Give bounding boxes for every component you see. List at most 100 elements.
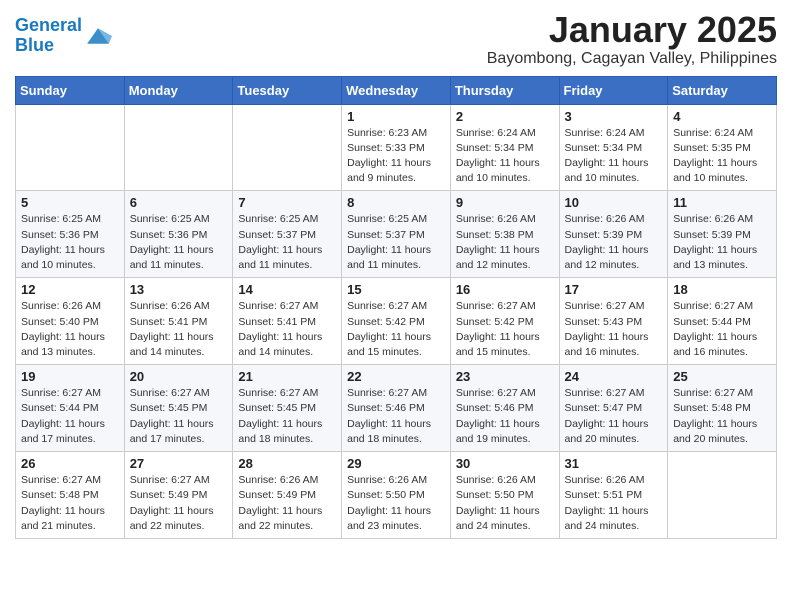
calendar-week-row: 12 Sunrise: 6:26 AMSunset: 5:40 PMDayligh… — [16, 278, 777, 365]
day-number: 21 — [238, 369, 336, 384]
day-number: 5 — [21, 195, 119, 210]
day-number: 12 — [21, 282, 119, 297]
day-info: Sunrise: 6:27 AMSunset: 5:47 PMDaylight:… — [565, 386, 663, 447]
calendar-table: SundayMondayTuesdayWednesdayThursdayFrid… — [15, 76, 777, 539]
day-number: 27 — [130, 456, 228, 471]
calendar-cell: 29 Sunrise: 6:26 AMSunset: 5:50 PMDayligh… — [342, 452, 451, 539]
day-info: Sunrise: 6:24 AMSunset: 5:34 PMDaylight:… — [456, 126, 554, 187]
day-info: Sunrise: 6:26 AMSunset: 5:50 PMDaylight:… — [347, 473, 445, 534]
calendar-cell: 13 Sunrise: 6:26 AMSunset: 5:41 PMDayligh… — [124, 278, 233, 365]
calendar-cell: 20Sunrise: 6:27 AMSunset: 5:45 PMDayligh… — [124, 365, 233, 452]
logo-line1: General — [15, 15, 82, 35]
day-number: 9 — [456, 195, 554, 210]
calendar-cell: 15 Sunrise: 6:27 AMSunset: 5:42 PMDayligh… — [342, 278, 451, 365]
calendar-cell: 22Sunrise: 6:27 AMSunset: 5:46 PMDayligh… — [342, 365, 451, 452]
day-info: Sunrise: 6:25 AMSunset: 5:36 PMDaylight:… — [130, 212, 228, 273]
day-number: 7 — [238, 195, 336, 210]
day-number: 25 — [673, 369, 771, 384]
day-number: 16 — [456, 282, 554, 297]
day-number: 29 — [347, 456, 445, 471]
day-number: 24 — [565, 369, 663, 384]
day-info: Sunrise: 6:27 AMSunset: 5:46 PMDaylight:… — [347, 386, 445, 447]
calendar-cell: 12 Sunrise: 6:26 AMSunset: 5:40 PMDayligh… — [16, 278, 125, 365]
day-info: Sunrise: 6:26 AMSunset: 5:50 PMDaylight:… — [456, 473, 554, 534]
logo-icon — [84, 22, 112, 50]
day-number: 18 — [673, 282, 771, 297]
day-info: Sunrise: 6:27 AMSunset: 5:41 PMDaylight:… — [238, 299, 336, 360]
day-number: 31 — [565, 456, 663, 471]
day-info: Sunrise: 6:27 AMSunset: 5:43 PMDaylight:… — [565, 299, 663, 360]
col-header-wednesday: Wednesday — [342, 76, 451, 104]
day-info: Sunrise: 6:25 AMSunset: 5:37 PMDaylight:… — [347, 212, 445, 273]
day-number: 15 — [347, 282, 445, 297]
calendar-cell: 28Sunrise: 6:26 AMSunset: 5:49 PMDayligh… — [233, 452, 342, 539]
calendar-cell: 8 Sunrise: 6:25 AMSunset: 5:37 PMDaylight… — [342, 191, 451, 278]
calendar-cell: 9 Sunrise: 6:26 AMSunset: 5:38 PMDaylight… — [450, 191, 559, 278]
calendar-cell: 7 Sunrise: 6:25 AMSunset: 5:37 PMDaylight… — [233, 191, 342, 278]
calendar-cell: 1 Sunrise: 6:23 AMSunset: 5:33 PMDaylight… — [342, 104, 451, 191]
calendar-cell: 31 Sunrise: 6:26 AMSunset: 5:51 PMDayligh… — [559, 452, 668, 539]
title-block: January 2025 Bayombong, Cagayan Valley, … — [487, 10, 777, 68]
day-info: Sunrise: 6:27 AMSunset: 5:48 PMDaylight:… — [673, 386, 771, 447]
day-info: Sunrise: 6:23 AMSunset: 5:33 PMDaylight:… — [347, 126, 445, 187]
day-info: Sunrise: 6:25 AMSunset: 5:37 PMDaylight:… — [238, 212, 336, 273]
calendar-cell: 27 Sunrise: 6:27 AMSunset: 5:49 PMDayligh… — [124, 452, 233, 539]
day-number: 13 — [130, 282, 228, 297]
day-info: Sunrise: 6:26 AMSunset: 5:39 PMDaylight:… — [565, 212, 663, 273]
day-number: 2 — [456, 109, 554, 124]
col-header-tuesday: Tuesday — [233, 76, 342, 104]
calendar-week-row: 5 Sunrise: 6:25 AMSunset: 5:36 PMDaylight… — [16, 191, 777, 278]
calendar-cell: 24 Sunrise: 6:27 AMSunset: 5:47 PMDayligh… — [559, 365, 668, 452]
day-number: 26 — [21, 456, 119, 471]
day-info: Sunrise: 6:27 AMSunset: 5:44 PMDaylight:… — [673, 299, 771, 360]
day-info: Sunrise: 6:27 AMSunset: 5:45 PMDaylight:… — [130, 386, 228, 447]
calendar-cell: 25 Sunrise: 6:27 AMSunset: 5:48 PMDayligh… — [668, 365, 777, 452]
day-number: 3 — [565, 109, 663, 124]
calendar-cell: 14Sunrise: 6:27 AMSunset: 5:41 PMDayligh… — [233, 278, 342, 365]
calendar-header-row: SundayMondayTuesdayWednesdayThursdayFrid… — [16, 76, 777, 104]
calendar-week-row: 19Sunrise: 6:27 AMSunset: 5:44 PMDayligh… — [16, 365, 777, 452]
day-number: 1 — [347, 109, 445, 124]
calendar-cell: 18 Sunrise: 6:27 AMSunset: 5:44 PMDayligh… — [668, 278, 777, 365]
calendar-cell — [124, 104, 233, 191]
calendar-cell: 30 Sunrise: 6:26 AMSunset: 5:50 PMDayligh… — [450, 452, 559, 539]
day-info: Sunrise: 6:27 AMSunset: 5:46 PMDaylight:… — [456, 386, 554, 447]
day-info: Sunrise: 6:27 AMSunset: 5:42 PMDaylight:… — [456, 299, 554, 360]
day-number: 28 — [238, 456, 336, 471]
day-number: 10 — [565, 195, 663, 210]
logo-line2: Blue — [15, 35, 54, 55]
day-number: 4 — [673, 109, 771, 124]
day-number: 17 — [565, 282, 663, 297]
day-info: Sunrise: 6:24 AMSunset: 5:34 PMDaylight:… — [565, 126, 663, 187]
calendar-cell: 21 Sunrise: 6:27 AMSunset: 5:45 PMDayligh… — [233, 365, 342, 452]
day-number: 23 — [456, 369, 554, 384]
day-number: 19 — [21, 369, 119, 384]
day-info: Sunrise: 6:27 AMSunset: 5:49 PMDaylight:… — [130, 473, 228, 534]
day-number: 8 — [347, 195, 445, 210]
calendar-cell: 11Sunrise: 6:26 AMSunset: 5:39 PMDayligh… — [668, 191, 777, 278]
calendar-cell — [233, 104, 342, 191]
day-number: 30 — [456, 456, 554, 471]
col-header-monday: Monday — [124, 76, 233, 104]
calendar-cell: 6 Sunrise: 6:25 AMSunset: 5:36 PMDaylight… — [124, 191, 233, 278]
day-info: Sunrise: 6:26 AMSunset: 5:41 PMDaylight:… — [130, 299, 228, 360]
calendar-cell: 10 Sunrise: 6:26 AMSunset: 5:39 PMDayligh… — [559, 191, 668, 278]
calendar-cell — [16, 104, 125, 191]
calendar-cell: 3 Sunrise: 6:24 AMSunset: 5:34 PMDaylight… — [559, 104, 668, 191]
col-header-friday: Friday — [559, 76, 668, 104]
month-title: January 2025 — [487, 10, 777, 50]
col-header-thursday: Thursday — [450, 76, 559, 104]
day-info: Sunrise: 6:27 AMSunset: 5:45 PMDaylight:… — [238, 386, 336, 447]
day-info: Sunrise: 6:27 AMSunset: 5:42 PMDaylight:… — [347, 299, 445, 360]
day-number: 6 — [130, 195, 228, 210]
calendar-cell: 26 Sunrise: 6:27 AMSunset: 5:48 PMDayligh… — [16, 452, 125, 539]
location-title: Bayombong, Cagayan Valley, Philippines — [487, 50, 777, 68]
calendar-cell: 16 Sunrise: 6:27 AMSunset: 5:42 PMDayligh… — [450, 278, 559, 365]
day-info: Sunrise: 6:26 AMSunset: 5:38 PMDaylight:… — [456, 212, 554, 273]
day-info: Sunrise: 6:27 AMSunset: 5:48 PMDaylight:… — [21, 473, 119, 534]
calendar-week-row: 26 Sunrise: 6:27 AMSunset: 5:48 PMDayligh… — [16, 452, 777, 539]
calendar-week-row: 1 Sunrise: 6:23 AMSunset: 5:33 PMDaylight… — [16, 104, 777, 191]
day-info: Sunrise: 6:26 AMSunset: 5:39 PMDaylight:… — [673, 212, 771, 273]
day-info: Sunrise: 6:26 AMSunset: 5:40 PMDaylight:… — [21, 299, 119, 360]
day-info: Sunrise: 6:26 AMSunset: 5:51 PMDaylight:… — [565, 473, 663, 534]
